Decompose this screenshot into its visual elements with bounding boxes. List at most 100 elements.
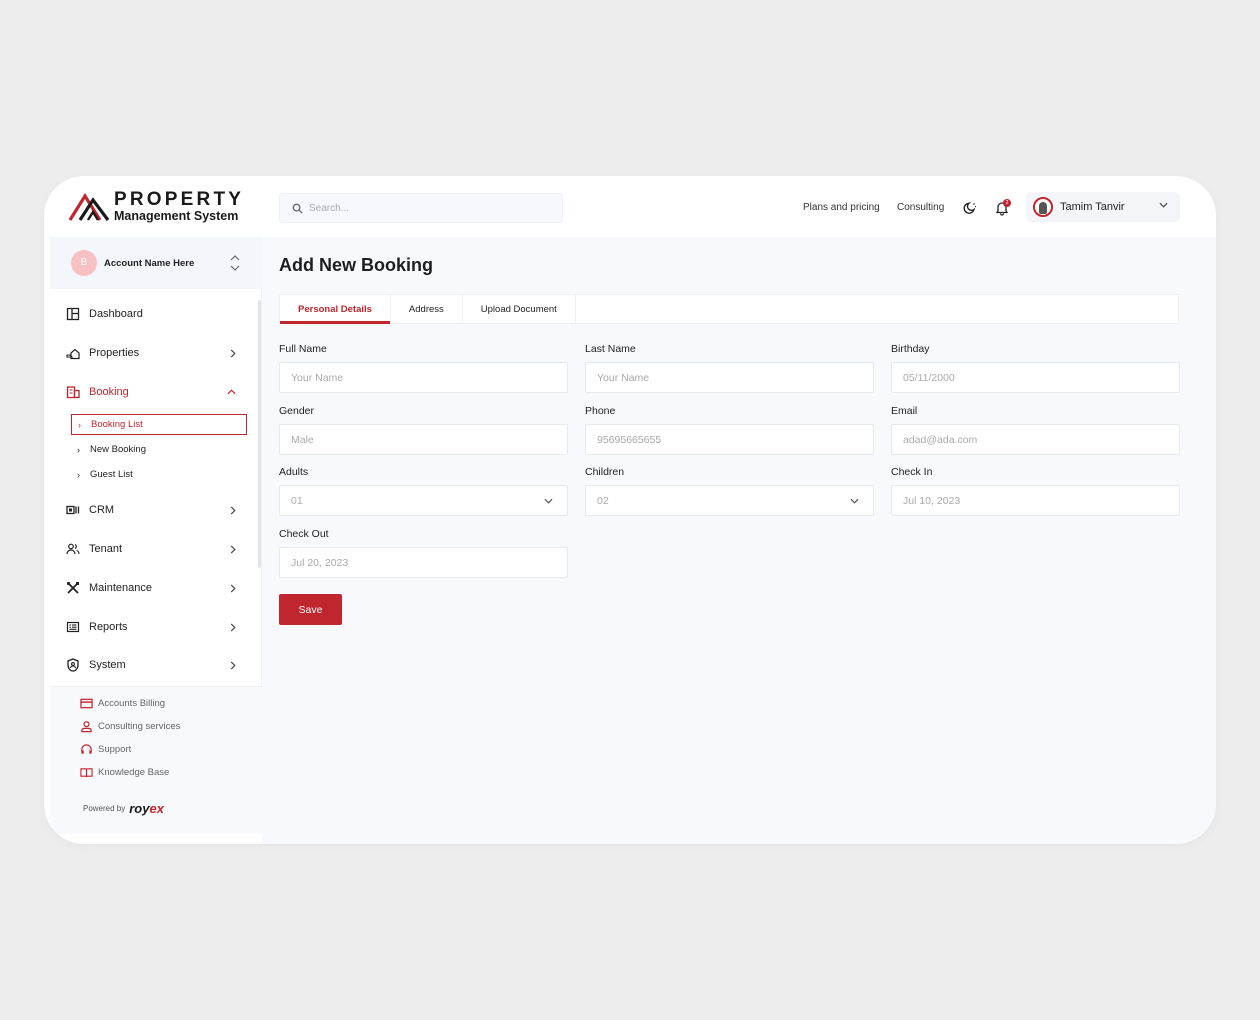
tools-icon: [66, 581, 79, 594]
chevron-up-icon: [227, 389, 236, 395]
sidebar-subitem-new-booking[interactable]: › New Booking: [71, 439, 247, 460]
logo[interactable]: PROPERTY Management System: [68, 190, 244, 223]
sidebar-subitem-booking-list[interactable]: › Booking List: [71, 414, 247, 435]
birthday-input[interactable]: [903, 371, 1163, 384]
sidebar-item-maintenance[interactable]: Maintenance: [66, 578, 236, 598]
chevron-right-icon: [230, 623, 236, 632]
support-link[interactable]: Support: [80, 743, 131, 756]
logo-mark-icon: [68, 193, 110, 222]
save-button[interactable]: Save: [279, 594, 342, 625]
headset-icon: [81, 744, 92, 754]
birthday-label: Birthday: [891, 343, 930, 355]
tab-upload-document[interactable]: Upload Document: [463, 295, 576, 323]
full-name-label: Full Name: [279, 343, 327, 355]
page-title: Add New Booking: [279, 255, 433, 275]
dashboard-icon: [66, 307, 80, 321]
support-label: Support: [98, 744, 132, 755]
sidebar-footer: Accounts Billing Consulting services Sup…: [50, 686, 262, 834]
chevron-right-icon: ›: [78, 419, 81, 430]
search-input[interactable]: [309, 202, 549, 214]
royex-logo[interactable]: royex: [129, 801, 164, 816]
chevron-down-icon: [1159, 202, 1168, 208]
sidebar-item-label: Reports: [89, 621, 128, 633]
crm-icon: [66, 505, 80, 515]
house-hand-icon: [66, 348, 80, 360]
accounts-billing-label: Accounts Billing: [98, 698, 166, 709]
report-icon: [66, 621, 80, 633]
chevron-right-icon: [230, 661, 236, 670]
credit-card-icon: [80, 698, 93, 709]
email-label: Email: [891, 405, 918, 417]
last-name-label: Last Name: [585, 343, 636, 355]
tab-address[interactable]: Address: [391, 295, 463, 323]
full-name-input[interactable]: [291, 371, 551, 384]
check-in-input[interactable]: Jul 10, 2023: [891, 485, 1180, 516]
account-switcher[interactable]: B Account Name Here: [50, 237, 262, 289]
sidebar-subitem-label: New Booking: [90, 444, 146, 455]
user-icon: [81, 721, 92, 733]
chevron-right-icon: [230, 584, 236, 593]
knowledge-base-label: Knowledge Base: [98, 767, 170, 778]
sidebar-item-label: System: [89, 659, 126, 671]
birthday-field: Birthday: [891, 343, 1180, 393]
accounts-billing-link[interactable]: Accounts Billing: [80, 697, 165, 710]
full-name-field: Full Name: [279, 343, 568, 393]
chevron-down-icon: [850, 498, 859, 504]
children-select[interactable]: 02: [585, 485, 874, 516]
phone-input[interactable]: [597, 433, 857, 446]
sidebar-item-reports[interactable]: Reports: [66, 617, 236, 637]
user-menu[interactable]: Tamim Tanvir: [1026, 192, 1180, 222]
sidebar-item-label: Maintenance: [89, 582, 152, 594]
sidebar-item-label: Tenant: [89, 543, 123, 555]
notification-badge: 2: [1003, 199, 1011, 207]
tab-bar: Personal Details Address Upload Document: [279, 294, 1179, 324]
dark-mode-icon[interactable]: [962, 200, 978, 216]
account-avatar: B: [71, 250, 97, 276]
tab-personal-details[interactable]: Personal Details: [280, 295, 391, 324]
gender-input[interactable]: [291, 433, 551, 446]
app-window: PROPERTY Management System Plans and pri…: [44, 176, 1216, 844]
plans-pricing-link[interactable]: Plans and pricing: [803, 202, 880, 213]
sidebar-subitem-label: Guest List: [90, 469, 133, 480]
email-field: Email: [891, 405, 1180, 455]
check-out-input[interactable]: Jul 20, 2023: [279, 547, 568, 578]
royex-logo-part-2: ex: [149, 801, 164, 816]
sidebar-item-dashboard[interactable]: Dashboard: [66, 304, 236, 324]
book-icon: [80, 768, 93, 778]
powered-by-label: Powered by: [83, 804, 126, 813]
sidebar-item-crm[interactable]: CRM: [66, 500, 236, 520]
account-name: Account Name Here: [104, 257, 195, 269]
check-in-field: Check In Jul 10, 2023: [891, 466, 1180, 516]
chevron-down-icon: [544, 498, 553, 504]
sidebar-item-booking[interactable]: Booking: [66, 382, 236, 402]
check-out-label: Check Out: [279, 528, 329, 540]
sidebar-item-label: CRM: [89, 504, 115, 516]
gender-label: Gender: [279, 405, 315, 417]
consulting-link[interactable]: Consulting: [897, 202, 944, 213]
sidebar-item-tenant[interactable]: Tenant: [66, 539, 236, 559]
sidebar-subitem-guest-list[interactable]: › Guest List: [71, 464, 247, 485]
check-out-value: Jul 20, 2023: [291, 556, 349, 569]
sidebar-subitem-label: Booking List: [91, 419, 143, 430]
avatar: [1033, 197, 1053, 217]
sidebar-item-properties[interactable]: Properties: [66, 343, 236, 363]
gender-field: Gender: [279, 405, 568, 455]
adults-label: Adults: [279, 466, 309, 478]
email-input[interactable]: [903, 433, 1163, 446]
adults-field: Adults 01: [279, 466, 568, 516]
children-value: 02: [597, 494, 609, 507]
users-icon: [66, 543, 80, 555]
consulting-services-link[interactable]: Consulting services: [80, 720, 180, 733]
adults-select[interactable]: 01: [279, 485, 568, 516]
shield-icon: [67, 658, 79, 672]
chevron-right-icon: ›: [77, 469, 80, 480]
sidebar-item-system[interactable]: System: [66, 655, 236, 675]
chevron-right-icon: [230, 349, 236, 358]
chevron-up-down-icon: [230, 255, 240, 271]
building-icon: [66, 386, 80, 399]
logo-subtitle: Management System: [114, 209, 239, 223]
search-bar[interactable]: [279, 193, 563, 223]
sidebar-scrollbar[interactable]: [258, 300, 261, 568]
last-name-input[interactable]: [597, 371, 857, 384]
knowledge-base-link[interactable]: Knowledge Base: [80, 766, 169, 779]
